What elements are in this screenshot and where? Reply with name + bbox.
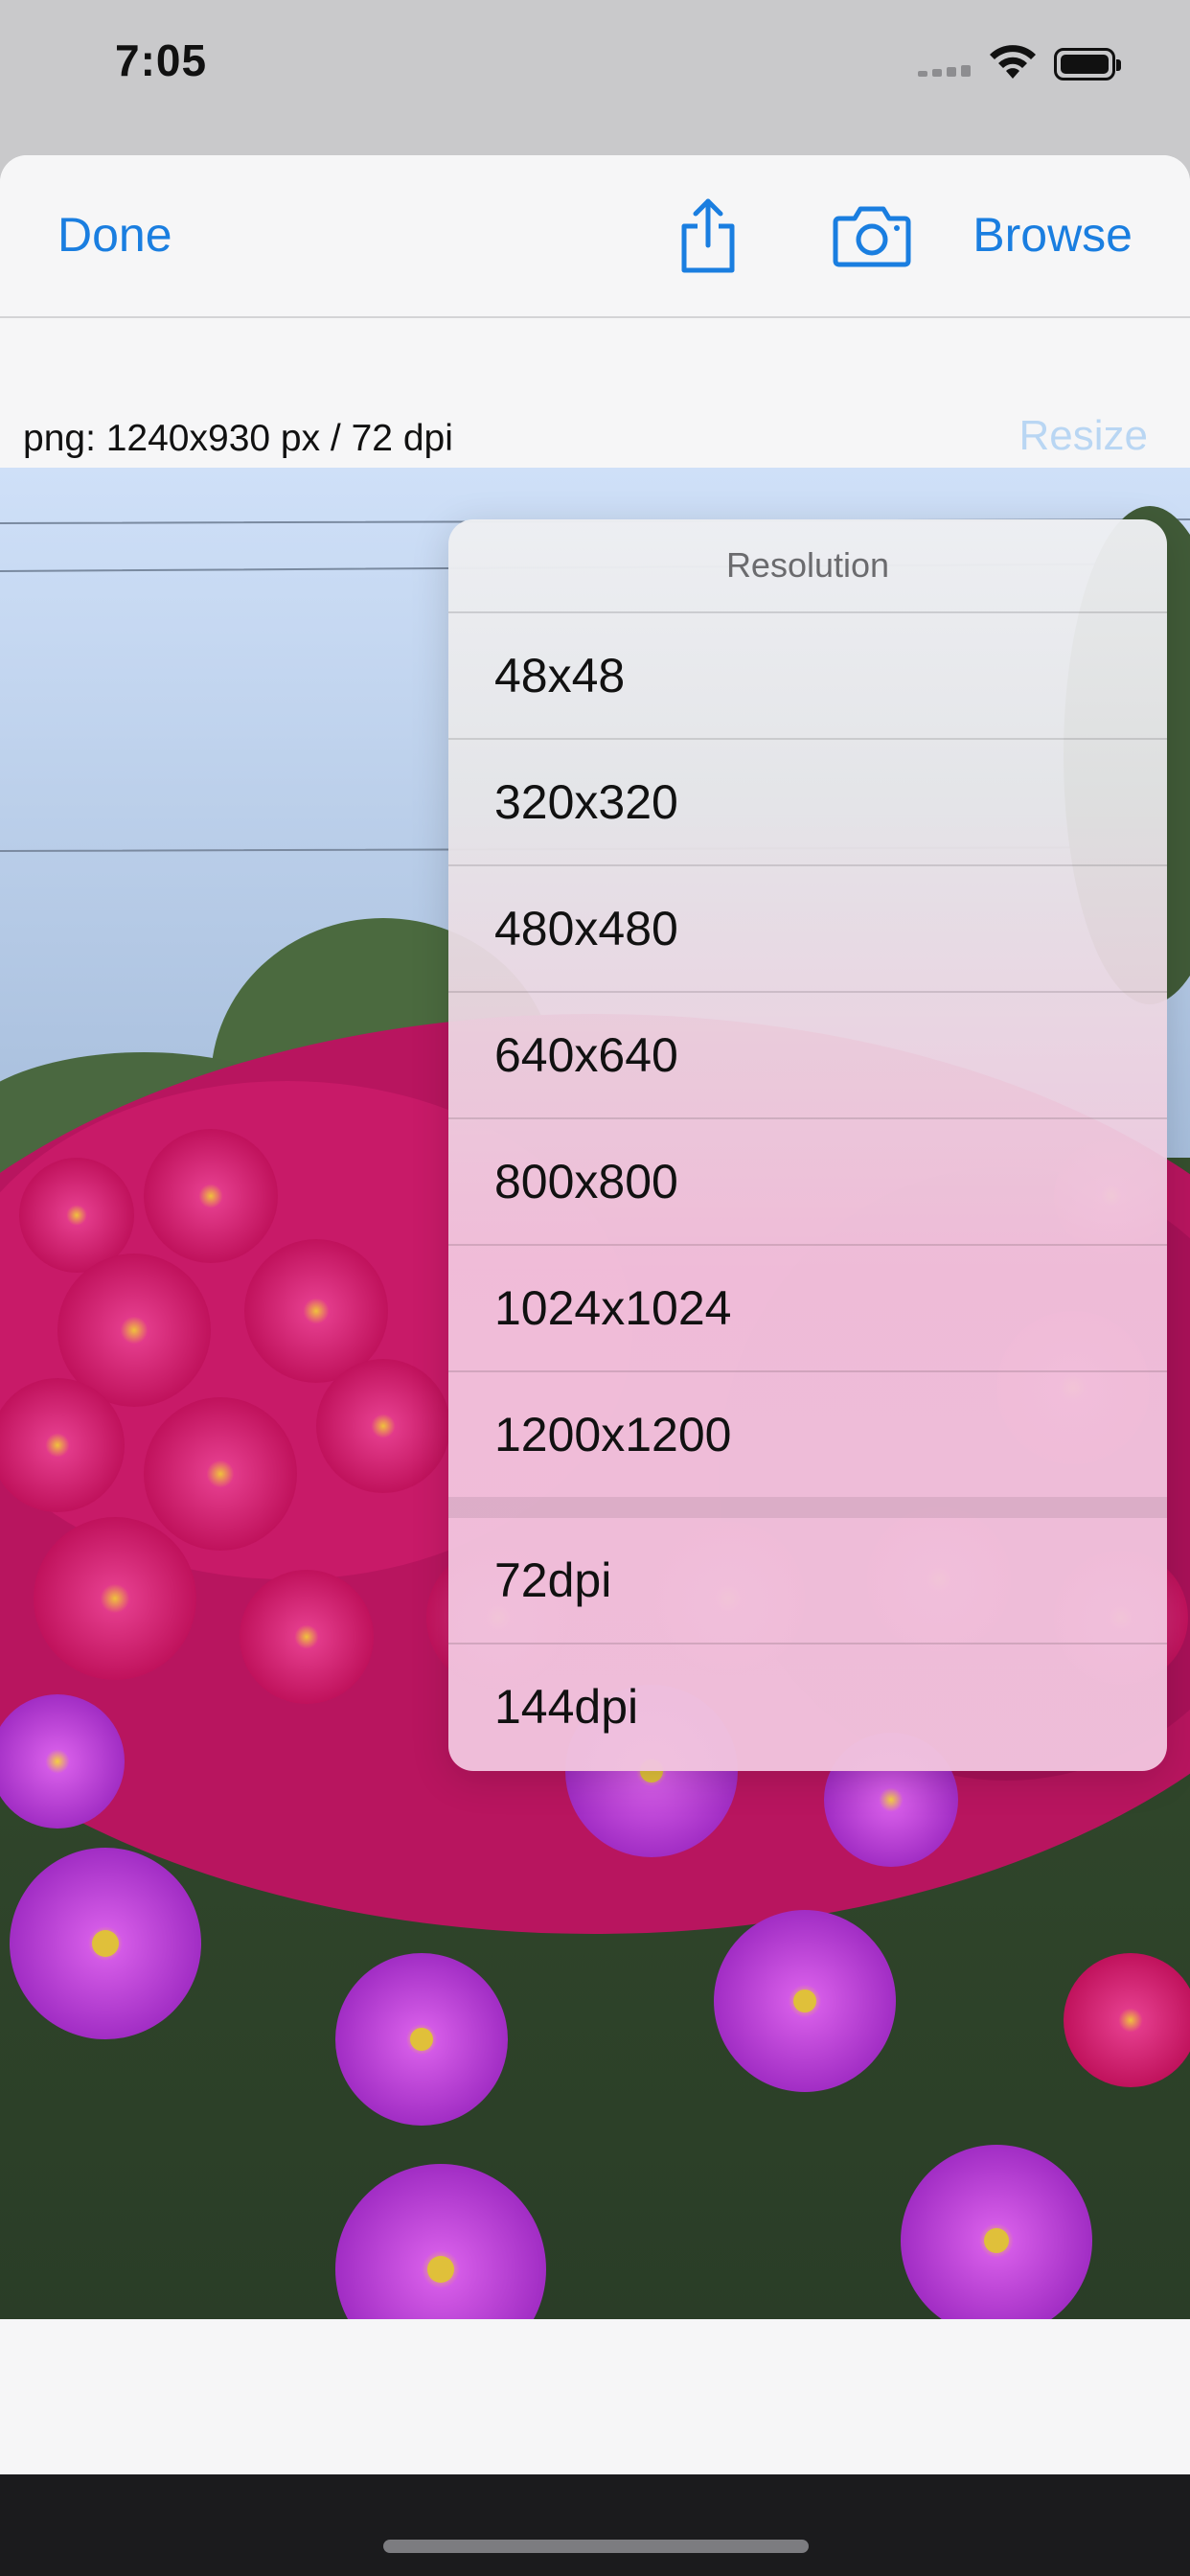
home-area <box>0 2474 1190 2576</box>
image-info-text: png: 1240x930 px / 72 dpi <box>23 418 453 459</box>
menu-header: Resolution <box>448 519 1167 613</box>
resolution-menu: Resolution 48x48 320x320 480x480 640x640… <box>448 519 1167 1771</box>
menu-item-144dpi[interactable]: 144dpi <box>448 1644 1167 1769</box>
home-indicator[interactable] <box>383 2540 809 2553</box>
menu-item-320x320[interactable]: 320x320 <box>448 740 1167 866</box>
toolbar: Done Browse <box>0 155 1190 318</box>
menu-item-1200x1200[interactable]: 1200x1200 <box>448 1372 1167 1497</box>
battery-icon <box>1054 48 1121 80</box>
status-time: 7:05 <box>115 35 208 85</box>
wifi-icon <box>990 45 1036 79</box>
camera-icon[interactable] <box>832 203 912 268</box>
browse-button[interactable]: Browse <box>973 207 1133 263</box>
menu-item-800x800[interactable]: 800x800 <box>448 1119 1167 1246</box>
done-button[interactable]: Done <box>57 207 172 263</box>
menu-item-480x480[interactable]: 480x480 <box>448 866 1167 993</box>
menu-item-1024x1024[interactable]: 1024x1024 <box>448 1246 1167 1372</box>
status-bar: 7:05 <box>0 0 1190 125</box>
menu-item-72dpi[interactable]: 72dpi <box>448 1518 1167 1644</box>
cellular-signal-icon <box>918 63 973 77</box>
menu-group-separator <box>448 1497 1167 1518</box>
menu-item-640x640[interactable]: 640x640 <box>448 993 1167 1119</box>
share-icon[interactable] <box>675 197 742 274</box>
resize-button[interactable]: Resize <box>1019 412 1149 460</box>
menu-item-48x48[interactable]: 48x48 <box>448 613 1167 740</box>
